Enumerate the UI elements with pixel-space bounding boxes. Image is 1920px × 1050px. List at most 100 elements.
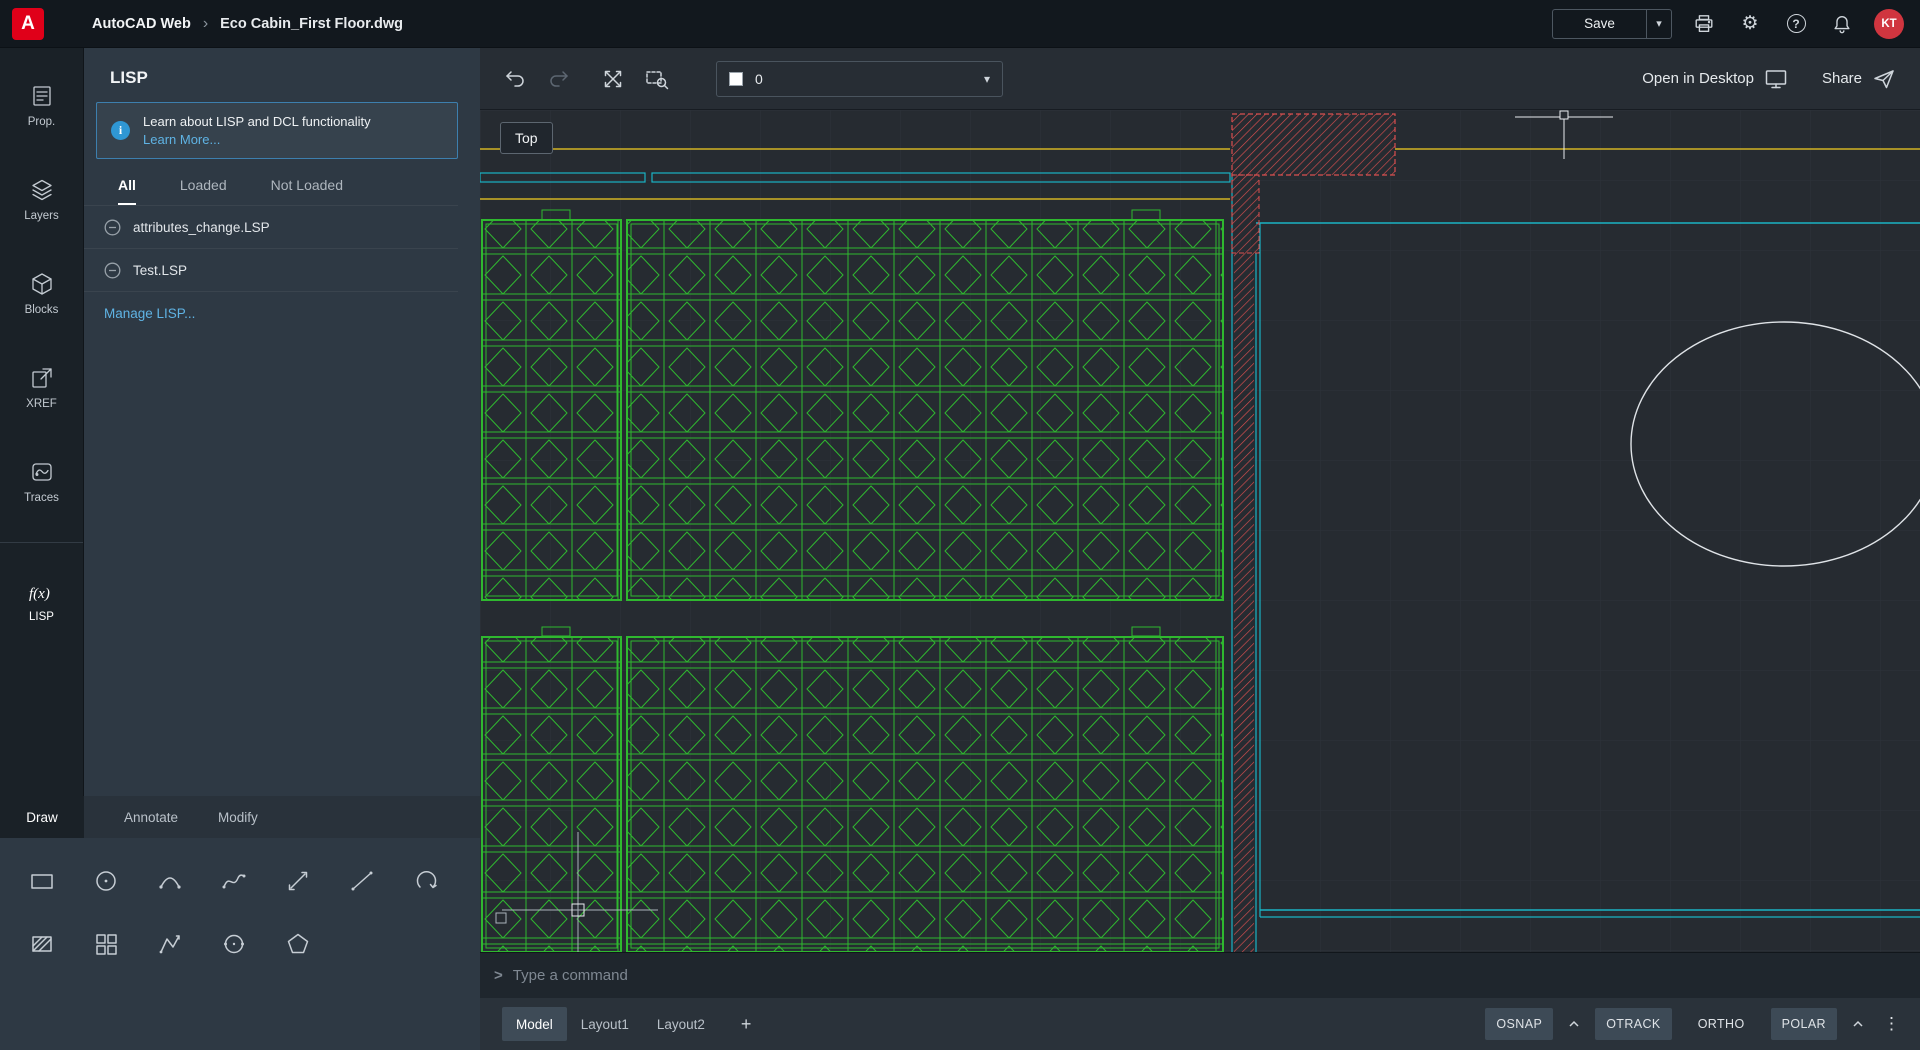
tab-all[interactable]: All <box>118 177 136 205</box>
layer-color-swatch <box>729 72 743 86</box>
revision-cloud-tool-button[interactable] <box>411 866 441 896</box>
manage-lisp-link[interactable]: Manage LISP... <box>84 292 195 321</box>
hatch-tool-button[interactable] <box>27 929 57 959</box>
printer-icon <box>1693 13 1715 35</box>
sidebar-item-traces[interactable]: Traces <box>0 434 83 528</box>
ribbon-tabs: Draw Annotate Modify <box>0 796 480 838</box>
rectangle-tool-button[interactable] <box>27 866 57 896</box>
circle-icon <box>93 868 119 894</box>
arc-tool-button[interactable] <box>155 866 185 896</box>
lisp-file-row[interactable]: Test.LSP <box>84 249 458 292</box>
spline-icon <box>221 868 247 894</box>
sidebar-item-label: XREF <box>26 398 57 410</box>
layer-dropdown[interactable]: 0 ▾ <box>716 61 1003 97</box>
zoom-window-icon <box>644 66 670 92</box>
canvas-toolbar: 0 ▾ Open in Desktop Share <box>480 48 1920 110</box>
breadcrumb-app-name[interactable]: AutoCAD Web <box>92 16 191 32</box>
tab-layout1[interactable]: Layout1 <box>567 1007 643 1041</box>
top-bar: A AutoCAD Web › Eco Cabin_First Floor.dw… <box>0 0 1920 48</box>
line-icon <box>349 868 375 894</box>
polygon-tool-button[interactable] <box>283 929 313 959</box>
command-bar: > <box>480 952 1920 998</box>
polar-toggle[interactable]: POLAR <box>1771 1008 1837 1040</box>
lisp-file-row[interactable]: attributes_change.LSP <box>84 206 458 249</box>
tab-annotate[interactable]: Annotate <box>104 796 198 838</box>
lisp-fx-icon: f(x) <box>25 582 59 604</box>
breadcrumb: AutoCAD Web › Eco Cabin_First Floor.dwg <box>92 15 403 33</box>
status-bar: Model Layout1 Layout2 + OSNAP OTRACK ORT… <box>480 998 1920 1050</box>
construction-line-tool-button[interactable] <box>283 866 313 896</box>
chevron-up-icon <box>1852 1020 1864 1028</box>
sidebar-item-properties[interactable]: Prop. <box>0 58 83 152</box>
command-input[interactable] <box>513 967 1920 984</box>
line-tool-button[interactable] <box>347 866 377 896</box>
sidebar-item-label: LISP <box>29 611 54 623</box>
chevron-down-icon: ▾ <box>984 72 990 86</box>
topbar-actions: Save ▾ ⚙ ? KT <box>1552 9 1920 39</box>
circle-tool-button[interactable] <box>91 866 121 896</box>
polyline-tool-button[interactable] <box>155 929 185 959</box>
command-prompt-icon: > <box>494 967 503 984</box>
array-tool-button[interactable] <box>91 929 121 959</box>
sidebar-item-xref[interactable]: XREF <box>0 340 83 434</box>
sidebar-item-label: Traces <box>24 492 59 504</box>
settings-button[interactable]: ⚙ <box>1736 10 1764 38</box>
print-button[interactable] <box>1690 10 1718 38</box>
notifications-button[interactable] <box>1828 10 1856 38</box>
floor-grid-panels[interactable] <box>482 210 1223 952</box>
tool-row <box>27 866 480 896</box>
tab-loaded[interactable]: Loaded <box>180 177 227 205</box>
share-label: Share <box>1822 70 1862 87</box>
tab-modify[interactable]: Modify <box>198 796 278 838</box>
zoom-extents-button[interactable] <box>598 64 628 94</box>
left-rail: Prop. Layers Blocks XREF <box>0 48 84 796</box>
sidebar-item-lisp[interactable]: f(x) LISP <box>0 555 83 649</box>
save-dropdown-caret[interactable]: ▾ <box>1646 9 1672 39</box>
undo-icon <box>503 67 527 91</box>
otrack-toggle[interactable]: OTRACK <box>1595 1008 1672 1040</box>
unload-minus-icon <box>104 262 121 279</box>
sidebar-item-label: Layers <box>24 210 59 222</box>
layer-dropdown-value: 0 <box>755 71 972 87</box>
unload-minus-icon <box>104 219 121 236</box>
breadcrumb-separator-icon: › <box>203 15 208 33</box>
share-button[interactable]: Share <box>1822 67 1896 91</box>
osnap-options-caret[interactable] <box>1568 1020 1580 1028</box>
logo-letter: A <box>21 13 35 35</box>
caret-down-icon: ▾ <box>1656 18 1662 30</box>
tab-layout2[interactable]: Layout2 <box>643 1007 719 1041</box>
drafting-toggles: OSNAP OTRACK ORTHO POLAR ⋮ <box>1485 1008 1904 1040</box>
polar-options-caret[interactable] <box>1852 1020 1864 1028</box>
open-in-desktop-button[interactable]: Open in Desktop <box>1642 67 1788 91</box>
add-layout-button[interactable]: + <box>741 1014 752 1035</box>
redo-icon <box>547 67 571 91</box>
tab-not-loaded[interactable]: Not Loaded <box>271 177 343 205</box>
ellipse-icon <box>221 931 247 957</box>
tab-draw[interactable]: Draw <box>0 796 84 838</box>
tab-model[interactable]: Model <box>502 1007 567 1041</box>
avatar-initials: KT <box>1881 18 1896 30</box>
save-button[interactable]: Save <box>1552 9 1646 39</box>
sidebar-item-blocks[interactable]: Blocks <box>0 246 83 340</box>
osnap-toggle[interactable]: OSNAP <box>1485 1008 1553 1040</box>
ortho-toggle[interactable]: ORTHO <box>1687 1008 1756 1040</box>
sidebar-item-label: Blocks <box>25 304 59 316</box>
avatar[interactable]: KT <box>1874 9 1904 39</box>
zoom-window-button[interactable] <box>642 64 672 94</box>
ellipse-tool-button[interactable] <box>219 929 249 959</box>
sidebar-item-label: Prop. <box>28 116 56 128</box>
blocks-icon <box>29 271 55 297</box>
lisp-filter-tabs: All Loaded Not Loaded <box>84 165 458 206</box>
drawing-viewport: Top > <box>480 110 1920 998</box>
cad-drawing[interactable] <box>480 110 1920 998</box>
status-overflow-menu[interactable]: ⋮ <box>1879 1014 1904 1034</box>
help-button[interactable]: ? <box>1782 10 1810 38</box>
spline-tool-button[interactable] <box>219 866 249 896</box>
learn-more-link[interactable]: Learn More... <box>143 132 371 147</box>
view-cube-label[interactable]: Top <box>500 122 553 154</box>
sidebar-item-layers[interactable]: Layers <box>0 152 83 246</box>
panel-title: LISP <box>84 48 480 102</box>
autocad-logo[interactable]: A <box>12 8 44 40</box>
redo-button[interactable] <box>544 64 574 94</box>
undo-button[interactable] <box>500 64 530 94</box>
